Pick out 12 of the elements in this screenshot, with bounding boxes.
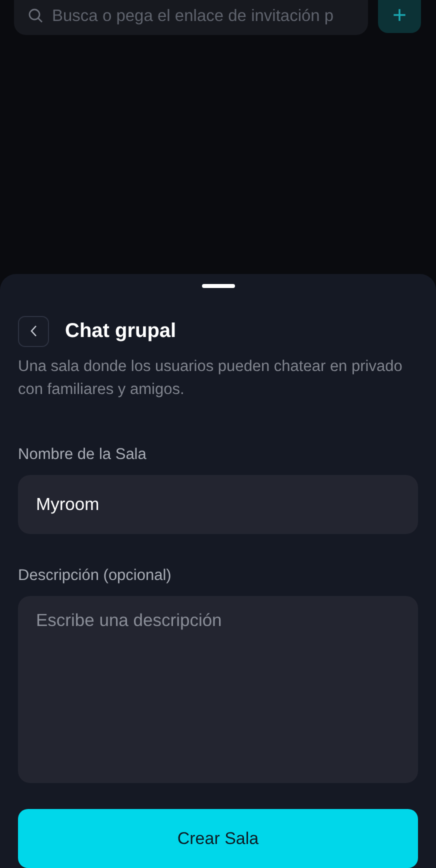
field-label: Nombre de la Sala <box>18 444 148 464</box>
field-label: Descripción (opcional) <box>18 566 172 586</box>
add-button[interactable]: + <box>378 0 421 33</box>
name-field[interactable]: Myroom <box>18 474 418 534</box>
search-icon <box>28 8 44 24</box>
sheet-title: Chat grupal <box>65 319 176 343</box>
back-icon <box>30 325 38 337</box>
sheet-description: Una sala donde los usuarios pueden chatear en privado con familiares y amigos. <box>18 356 404 400</box>
description-field[interactable]: Escribe una descripción <box>18 596 418 783</box>
drag-handle[interactable] <box>202 284 234 288</box>
search-field[interactable]: Busca o pega el enlace de invitación p <box>14 0 368 35</box>
create-room-button[interactable]: Crear Sala <box>18 809 418 868</box>
